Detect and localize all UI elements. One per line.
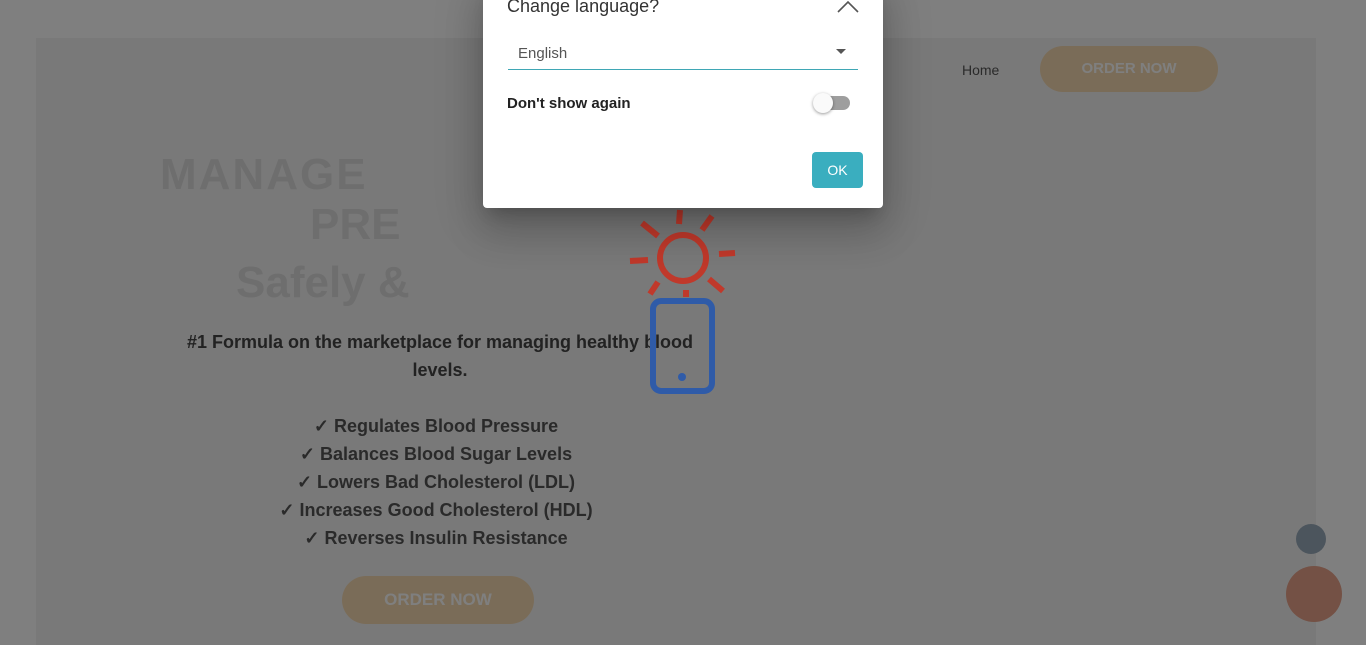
close-chevron-icon[interactable]: [835, 0, 861, 18]
change-language-dialog: Change language? English Don't show agai…: [483, 0, 883, 208]
dropdown-arrow-icon: [836, 49, 846, 54]
dont-show-again-label: Don't show again: [507, 95, 631, 112]
toggle-thumb: [813, 93, 833, 113]
dont-show-again-toggle[interactable]: [813, 93, 850, 113]
dialog-title: Change language?: [507, 0, 660, 16]
language-select-value: English: [518, 45, 568, 62]
language-select[interactable]: English: [508, 36, 858, 70]
sun-phone-icon: [629, 209, 736, 394]
ok-button[interactable]: OK: [812, 152, 863, 188]
